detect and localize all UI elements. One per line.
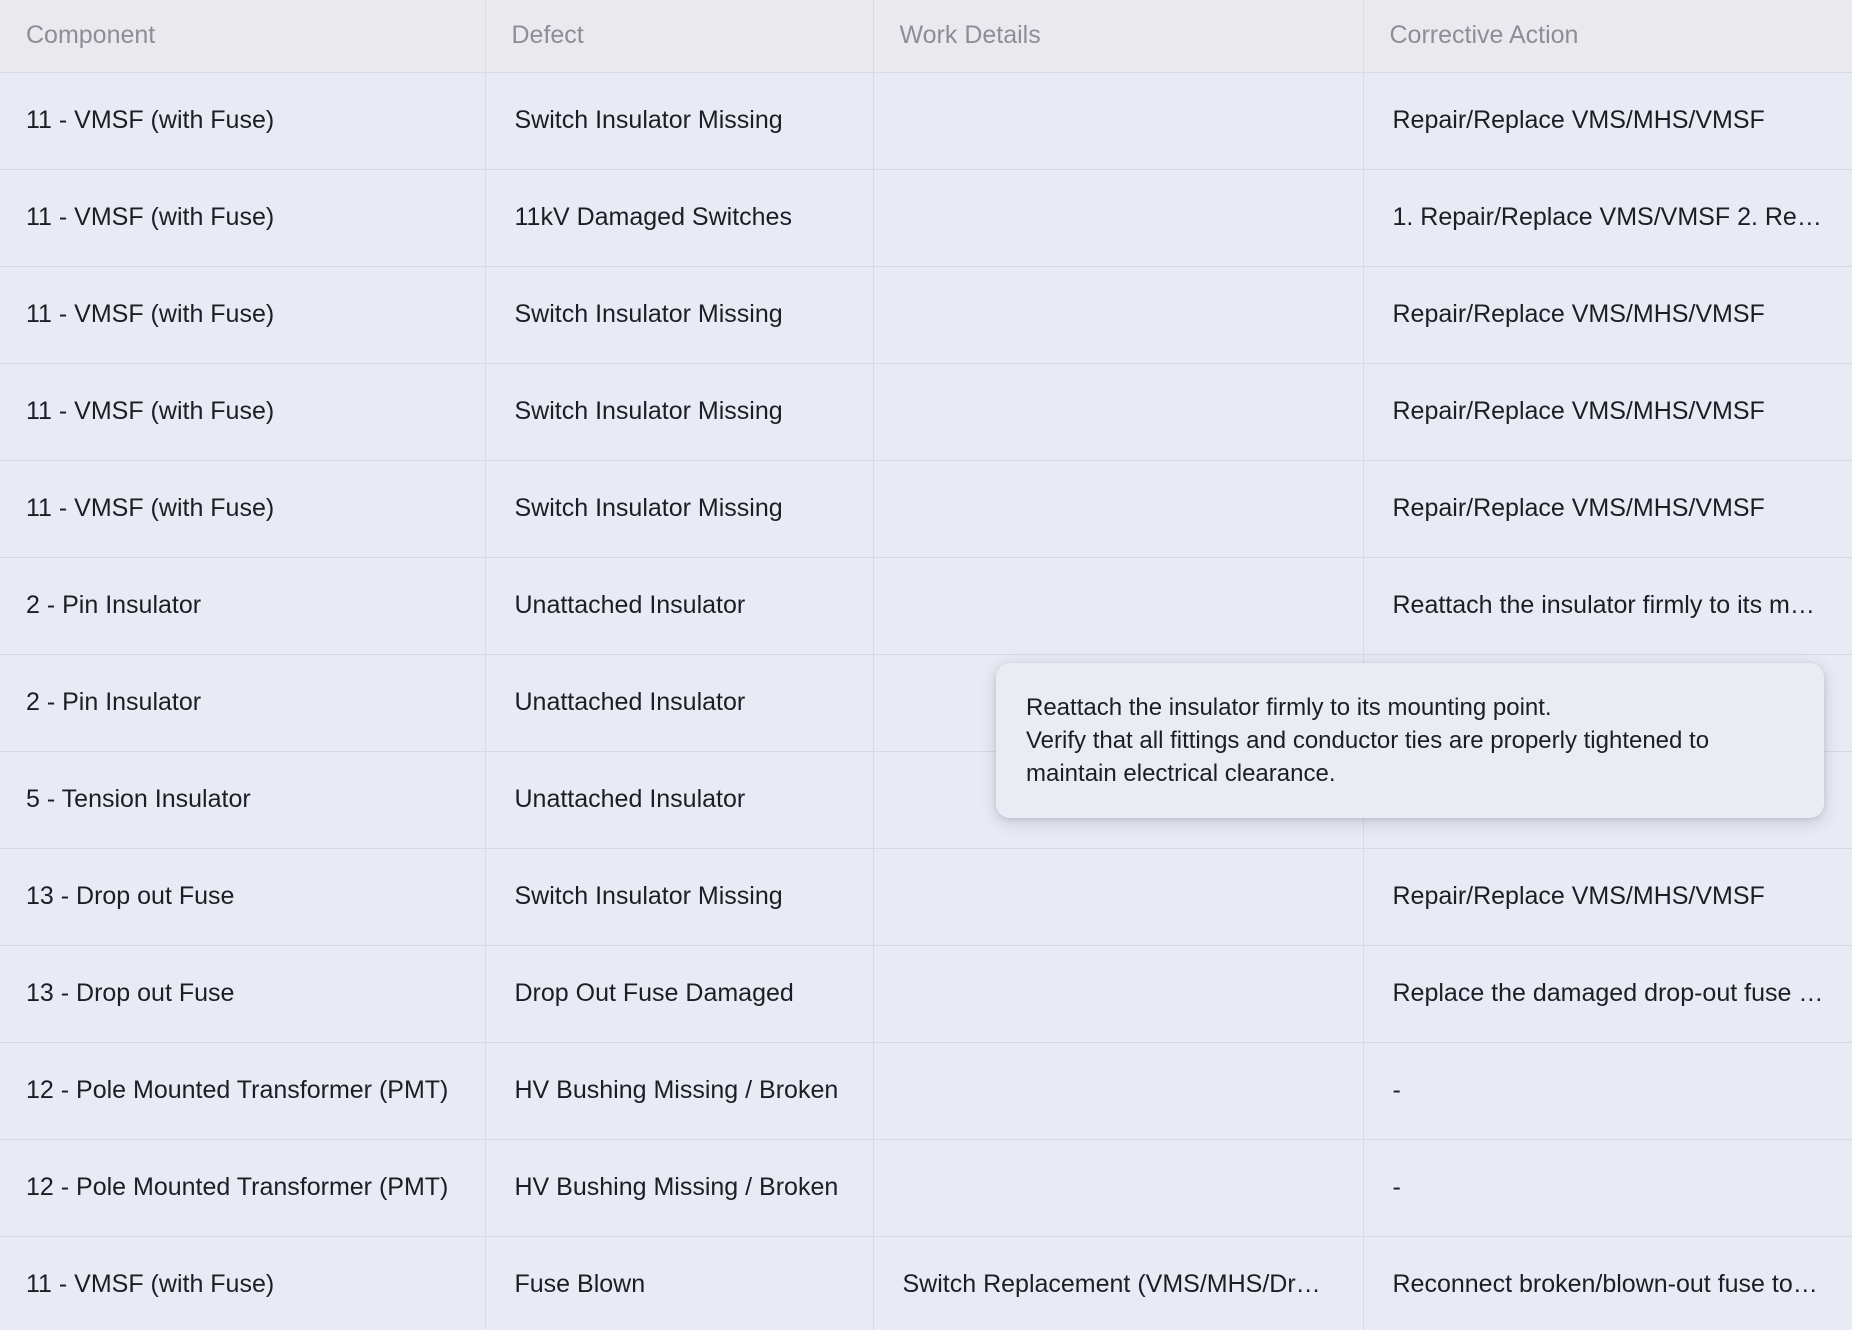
cell-corrective-action[interactable]: 1. Repair/Replace VMS/VMSF 2. Re… bbox=[1363, 169, 1852, 267]
cell-component[interactable]: 13 - Drop out Fuse bbox=[0, 848, 486, 946]
cell-component[interactable]: 11 - VMSF (with Fuse) bbox=[0, 72, 486, 170]
cell-defect[interactable]: Drop Out Fuse Damaged bbox=[485, 945, 874, 1043]
column-header-component[interactable]: Component bbox=[0, 0, 486, 73]
cell-work-details[interactable] bbox=[873, 1042, 1364, 1140]
cell-defect[interactable]: Switch Insulator Missing bbox=[485, 848, 874, 946]
table-row[interactable]: 11 - VMSF (with Fuse) Fuse Blown Switch … bbox=[0, 1236, 1852, 1330]
cell-defect[interactable]: 11kV Damaged Switches bbox=[485, 169, 874, 267]
table-row[interactable]: 11 - VMSF (with Fuse) Switch Insulator M… bbox=[0, 72, 1852, 170]
header-row: Component Defect Work Details Corrective… bbox=[0, 0, 1852, 73]
cell-component[interactable]: 11 - VMSF (with Fuse) bbox=[0, 363, 486, 461]
defects-grid: Component Defect Work Details Corrective… bbox=[0, 0, 1852, 1330]
table-row[interactable]: 11 - VMSF (with Fuse) Switch Insulator M… bbox=[0, 363, 1852, 461]
cell-component[interactable]: 5 - Tension Insulator bbox=[0, 751, 486, 849]
cell-defect[interactable]: Switch Insulator Missing bbox=[485, 266, 874, 364]
cell-defect[interactable]: Switch Insulator Missing bbox=[485, 72, 874, 170]
cell-corrective-action[interactable]: Reconnect broken/blown-out fuse to… bbox=[1363, 1236, 1852, 1330]
table-row[interactable]: 13 - Drop out Fuse Switch Insulator Miss… bbox=[0, 848, 1852, 946]
cell-corrective-action[interactable]: Repair/Replace VMS/MHS/VMSF bbox=[1363, 363, 1852, 461]
cell-component[interactable]: 11 - VMSF (with Fuse) bbox=[0, 169, 486, 267]
cell-defect[interactable]: Switch Insulator Missing bbox=[485, 460, 874, 558]
cell-corrective-action[interactable]: Repair/Replace VMS/MHS/VMSF bbox=[1363, 72, 1852, 170]
cell-component[interactable]: 12 - Pole Mounted Transformer (PMT) bbox=[0, 1139, 486, 1237]
cell-work-details[interactable] bbox=[873, 363, 1364, 461]
cell-component[interactable]: 12 - Pole Mounted Transformer (PMT) bbox=[0, 1042, 486, 1140]
cell-component[interactable]: 2 - Pin Insulator bbox=[0, 557, 486, 655]
cell-work-details[interactable]: Switch Replacement (VMS/MHS/Dro… bbox=[873, 1236, 1364, 1330]
cell-corrective-action[interactable]: Repair/Replace VMS/MHS/VMSF bbox=[1363, 460, 1852, 558]
cell-work-details[interactable] bbox=[873, 266, 1364, 364]
cell-work-details[interactable] bbox=[873, 945, 1364, 1043]
table-row[interactable]: 12 - Pole Mounted Transformer (PMT) HV B… bbox=[0, 1042, 1852, 1140]
cell-component[interactable]: 11 - VMSF (with Fuse) bbox=[0, 460, 486, 558]
cell-defect[interactable]: HV Bushing Missing / Broken bbox=[485, 1042, 874, 1140]
tooltip-line: Verify that all fittings and conductor t… bbox=[1026, 727, 1710, 787]
cell-corrective-action[interactable]: - bbox=[1363, 1139, 1852, 1237]
cell-defect[interactable]: HV Bushing Missing / Broken bbox=[485, 1139, 874, 1237]
table-row[interactable]: 13 - Drop out Fuse Drop Out Fuse Damaged… bbox=[0, 945, 1852, 1043]
cell-component[interactable]: 11 - VMSF (with Fuse) bbox=[0, 1236, 486, 1330]
cell-work-details[interactable] bbox=[873, 557, 1364, 655]
column-header-corrective-action[interactable]: Corrective Action bbox=[1363, 0, 1852, 73]
cell-defect[interactable]: Unattached Insulator bbox=[485, 654, 874, 752]
cell-defect[interactable]: Fuse Blown bbox=[485, 1236, 874, 1330]
cell-corrective-action[interactable]: Repair/Replace VMS/MHS/VMSF bbox=[1363, 848, 1852, 946]
cell-component[interactable]: 13 - Drop out Fuse bbox=[0, 945, 486, 1043]
cell-corrective-action[interactable]: Repair/Replace VMS/MHS/VMSF bbox=[1363, 266, 1852, 364]
table-row[interactable]: 11 - VMSF (with Fuse) 11kV Damaged Switc… bbox=[0, 169, 1852, 267]
tooltip-line: Reattach the insulator firmly to its mou… bbox=[1026, 694, 1552, 721]
corrective-action-tooltip: Reattach the insulator firmly to its mou… bbox=[996, 663, 1824, 818]
cell-work-details[interactable] bbox=[873, 169, 1364, 267]
cell-work-details[interactable] bbox=[873, 460, 1364, 558]
cell-corrective-action[interactable]: Reattach the insulator firmly to its m… bbox=[1363, 557, 1852, 655]
table-row[interactable]: 2 - Pin Insulator Unattached Insulator R… bbox=[0, 557, 1852, 655]
cell-corrective-action[interactable]: - bbox=[1363, 1042, 1852, 1140]
cell-work-details[interactable] bbox=[873, 1139, 1364, 1237]
cell-corrective-action[interactable]: Replace the damaged drop-out fuse … bbox=[1363, 945, 1852, 1043]
column-header-defect[interactable]: Defect bbox=[485, 0, 874, 73]
cell-component[interactable]: 11 - VMSF (with Fuse) bbox=[0, 266, 486, 364]
cell-defect[interactable]: Switch Insulator Missing bbox=[485, 363, 874, 461]
cell-work-details[interactable] bbox=[873, 72, 1364, 170]
cell-work-details[interactable] bbox=[873, 848, 1364, 946]
table-row[interactable]: 11 - VMSF (with Fuse) Switch Insulator M… bbox=[0, 460, 1852, 558]
cell-defect[interactable]: Unattached Insulator bbox=[485, 751, 874, 849]
cell-defect[interactable]: Unattached Insulator bbox=[485, 557, 874, 655]
cell-component[interactable]: 2 - Pin Insulator bbox=[0, 654, 486, 752]
table-row[interactable]: 11 - VMSF (with Fuse) Switch Insulator M… bbox=[0, 266, 1852, 364]
column-header-work-details[interactable]: Work Details bbox=[873, 0, 1364, 73]
table-row[interactable]: 12 - Pole Mounted Transformer (PMT) HV B… bbox=[0, 1139, 1852, 1237]
